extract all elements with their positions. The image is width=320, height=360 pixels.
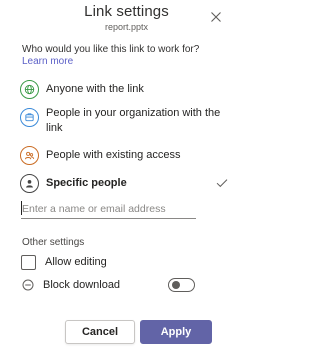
allow-editing-checkbox[interactable]: [21, 254, 36, 270]
toggle-knob: [172, 281, 180, 289]
block-download-label: Block download: [43, 279, 121, 291]
option-existing-access[interactable]: People with existing access: [20, 144, 240, 166]
block-icon: [22, 279, 34, 291]
option-specific-people[interactable]: Specific people: [20, 172, 240, 194]
option-anyone[interactable]: Anyone with the link: [20, 78, 240, 100]
checkmark-icon: [216, 179, 228, 188]
audience-question: Who would you like this link to work for…: [22, 44, 222, 68]
organization-icon: [20, 108, 39, 127]
option-organization-label: People in your organization with the lin…: [46, 107, 221, 134]
globe-icon: [20, 79, 39, 99]
option-specific-people-label: Specific people: [46, 176, 127, 189]
allow-editing-row[interactable]: Allow editing: [21, 253, 107, 271]
person-icon: [20, 173, 39, 193]
text-caret: [21, 201, 22, 215]
other-settings-heading: Other settings: [22, 237, 85, 248]
apply-button[interactable]: Apply: [140, 320, 212, 344]
people-icon: [20, 145, 39, 165]
allow-editing-label: Allow editing: [45, 256, 107, 268]
block-download-toggle[interactable]: [168, 278, 195, 292]
question-text: Who would you like this link to work for…: [22, 44, 200, 55]
close-icon: [211, 12, 221, 22]
people-search-input[interactable]: [21, 200, 196, 219]
cancel-button[interactable]: Cancel: [65, 320, 135, 344]
block-download-row: Block download: [21, 276, 120, 294]
option-anyone-label: Anyone with the link: [46, 82, 144, 95]
option-existing-access-label: People with existing access: [46, 148, 181, 161]
option-organization[interactable]: People in your organization with the lin…: [20, 106, 240, 136]
link-settings-dialog: Link settings report.pptx Who would you …: [0, 0, 253, 360]
close-button[interactable]: [208, 9, 224, 25]
learn-more-link[interactable]: Learn more: [22, 56, 73, 67]
